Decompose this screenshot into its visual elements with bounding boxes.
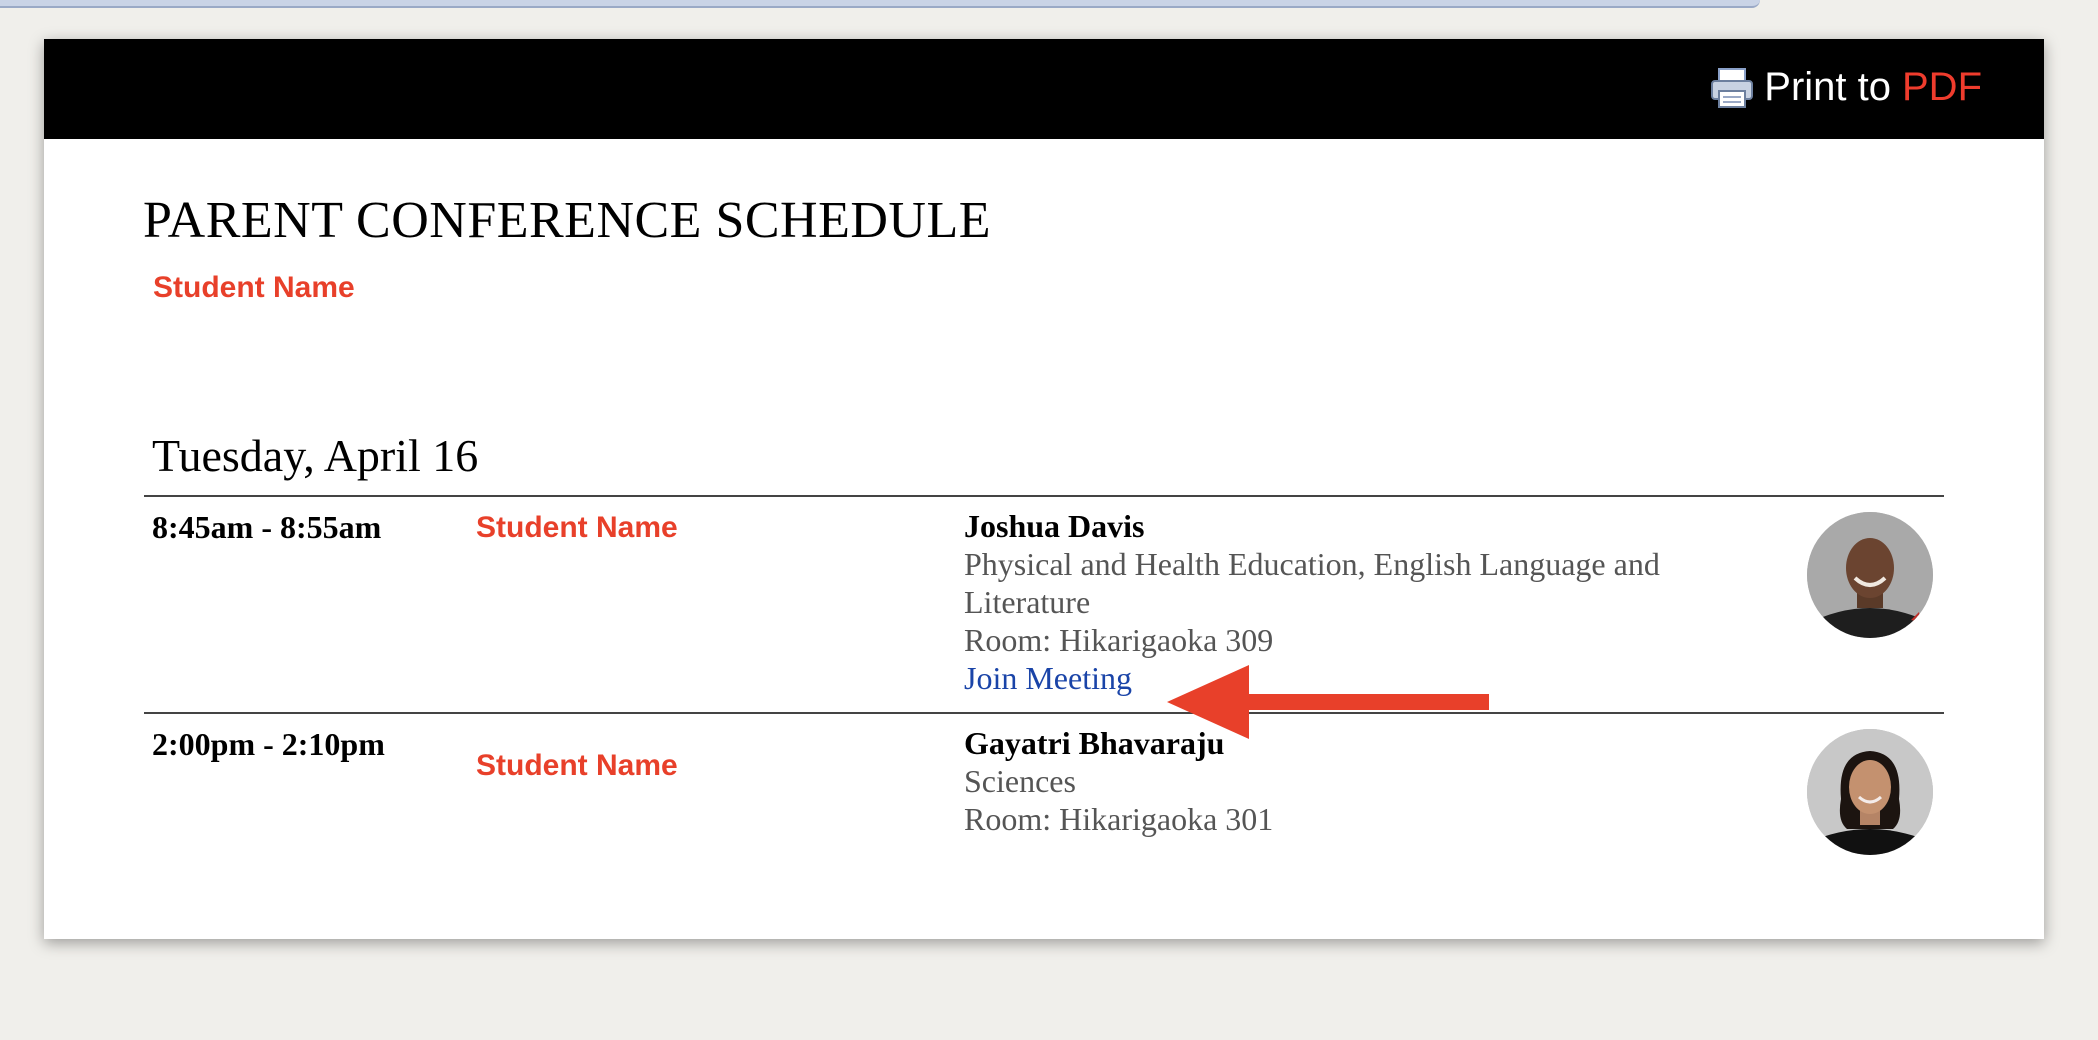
teacher-avatar [1807,512,1933,638]
teacher-room: Room: Hikarigaoka 301 [964,801,1274,837]
schedule-sheet: Print to PDF PARENT CONFERENCE SCHEDULE … [44,39,2044,939]
slot-time: 2:00pm - 2:10pm [152,726,385,762]
slot-divider [144,712,1944,714]
browser-top-strip [0,0,1760,8]
print-to-pdf-button[interactable]: Print to PDF [1710,65,1982,110]
day-divider [144,495,1944,497]
teacher-subjects: Physical and Health Education, English L… [964,546,1660,620]
day-heading: Tuesday, April 16 [152,430,479,481]
slot-student-name: Student Name [476,749,678,782]
header-bar: Print to PDF [44,39,2044,139]
avatar-photo [1807,729,1933,855]
student-name-heading: Student Name [153,271,355,304]
slot-time: 8:45am - 8:55am [152,509,382,545]
avatar-photo [1807,512,1933,638]
arrow-annotation-icon [1167,665,1489,739]
print-label: Print to [1764,65,1891,109]
pdf-label: PDF [1902,65,1982,109]
slot-student-name: Student Name [476,511,678,544]
teacher-avatar [1807,729,1933,855]
teacher-name: Joshua Davis [964,508,1145,544]
join-meeting-link[interactable]: Join Meeting [964,660,1132,696]
printer-icon [1711,67,1754,108]
page-title: PARENT CONFERENCE SCHEDULE [143,192,991,249]
